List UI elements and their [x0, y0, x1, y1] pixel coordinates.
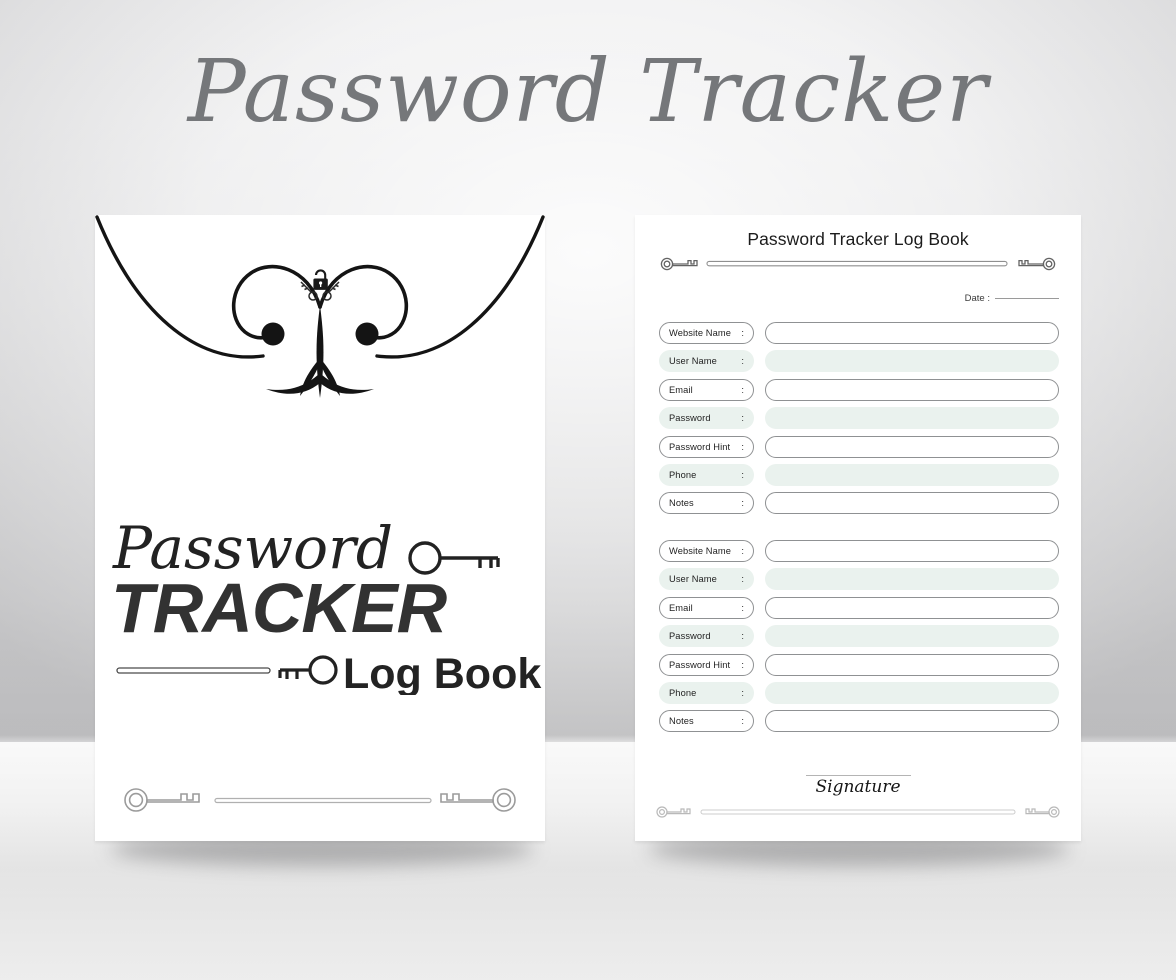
entry-block-2: Website Name : User Name : Email : Passw…	[659, 540, 1059, 739]
label-website-name: Website Name :	[659, 540, 754, 562]
input-password[interactable]	[765, 407, 1059, 430]
poster-canvas: Password Tracker Password TRACKER Log Bo…	[0, 0, 1176, 980]
label-colon: :	[741, 413, 744, 424]
input-website-name[interactable]	[765, 322, 1059, 344]
label-text: User Name	[669, 356, 717, 367]
key-icon	[1018, 257, 1056, 271]
input-password-hint[interactable]	[765, 435, 1059, 458]
key-icon	[660, 257, 698, 271]
log-page: Password Tracker Log Book Date: Website…	[635, 215, 1081, 841]
label-text: Password Hint	[669, 659, 731, 670]
log-header-key-rule	[660, 257, 1056, 271]
label-password-hint: Password Hint :	[659, 653, 754, 676]
lock-icon	[313, 269, 328, 290]
key-icon	[1025, 806, 1060, 818]
label-text: Notes	[669, 498, 694, 509]
field-row-user-name: User Name :	[659, 350, 1059, 373]
key-icon	[440, 788, 516, 812]
input-user-name[interactable]	[765, 568, 1059, 591]
field-row-notes: Notes :	[659, 710, 1059, 733]
label-user-name: User Name :	[659, 350, 754, 373]
cover-sub-word: Log Book	[343, 650, 541, 695]
signature-area: Signature	[653, 763, 1063, 825]
input-user-name[interactable]	[765, 350, 1059, 373]
input-email[interactable]	[765, 378, 1059, 401]
label-text: Phone	[669, 687, 697, 698]
label-email: Email :	[659, 596, 754, 619]
label-colon: :	[741, 602, 744, 613]
padlock-flourish-ornament	[95, 215, 545, 398]
input-email[interactable]	[765, 596, 1059, 619]
date-label: Date :	[964, 293, 990, 304]
label-text: Website Name	[669, 546, 731, 556]
field-row-password-hint: Password Hint :	[659, 653, 1059, 676]
poster-title: Password Tracker	[187, 42, 989, 142]
label-text: Phone	[669, 469, 697, 480]
input-website-name[interactable]	[765, 540, 1059, 562]
label-website-name: Website Name :	[659, 322, 754, 344]
field-row-password: Password :	[659, 407, 1059, 430]
label-colon: :	[741, 659, 744, 670]
label-text: Password	[669, 413, 711, 424]
field-row-password-hint: Password Hint :	[659, 435, 1059, 458]
label-text: User Name	[669, 574, 717, 585]
label-phone: Phone :	[659, 463, 754, 486]
date-input-line[interactable]	[995, 298, 1059, 299]
label-notes: Notes :	[659, 710, 754, 733]
cover-logo: Password TRACKER Log Book	[111, 514, 541, 695]
label-text: Notes	[669, 716, 694, 727]
label-user-name: User Name :	[659, 568, 754, 591]
input-password[interactable]	[765, 625, 1059, 648]
signature-cap-rule	[806, 775, 911, 776]
label-colon: :	[741, 498, 744, 509]
cover-bold-word: TRACKER	[111, 569, 448, 647]
label-text: Email	[669, 384, 693, 395]
label-colon: :	[741, 687, 744, 698]
log-page-title: Password Tracker Log Book	[747, 229, 969, 249]
label-password: Password :	[659, 625, 754, 648]
field-row-website-name: Website Name :	[659, 540, 1059, 562]
label-text: Password Hint	[669, 441, 731, 452]
field-row-password: Password :	[659, 625, 1059, 648]
input-password-hint[interactable]	[765, 653, 1059, 676]
entry-block-1: Website Name : User Name : Email : Passw…	[659, 322, 1059, 521]
label-text: Website Name	[669, 328, 731, 338]
label-colon: :	[741, 574, 744, 585]
input-notes[interactable]	[765, 492, 1059, 515]
key-icon	[124, 788, 200, 812]
label-notes: Notes :	[659, 492, 754, 515]
field-row-phone: Phone :	[659, 681, 1059, 704]
input-notes[interactable]	[765, 710, 1059, 733]
label-password-hint: Password Hint :	[659, 435, 754, 458]
label-colon: :	[741, 631, 744, 642]
cover-page: Password TRACKER Log Book	[95, 215, 545, 841]
input-phone[interactable]	[765, 681, 1059, 704]
field-row-website-name: Website Name :	[659, 322, 1059, 344]
label-colon: :	[741, 716, 744, 727]
input-phone[interactable]	[765, 463, 1059, 486]
key-icon	[656, 806, 691, 818]
label-colon: :	[741, 469, 744, 480]
label-colon: :	[741, 328, 744, 338]
label-colon: :	[741, 441, 744, 452]
label-colon: :	[741, 384, 744, 395]
signature-label: Signature	[815, 777, 901, 797]
date-row: Date :	[635, 293, 1081, 304]
signature-key-rule[interactable]	[653, 801, 1063, 823]
field-row-email: Email :	[659, 378, 1059, 401]
log-page-header: Password Tracker Log Book	[657, 229, 1059, 277]
field-row-notes: Notes :	[659, 492, 1059, 515]
field-row-email: Email :	[659, 596, 1059, 619]
label-colon: :	[741, 546, 744, 556]
key-icon	[278, 655, 338, 685]
label-phone: Phone :	[659, 681, 754, 704]
label-text: Email	[669, 602, 693, 613]
field-row-phone: Phone :	[659, 463, 1059, 486]
cover-bottom-key-rule	[124, 788, 516, 812]
label-password: Password :	[659, 407, 754, 430]
label-text: Password	[669, 631, 711, 642]
label-colon: :	[741, 356, 744, 367]
field-row-user-name: User Name :	[659, 568, 1059, 591]
label-email: Email :	[659, 378, 754, 401]
